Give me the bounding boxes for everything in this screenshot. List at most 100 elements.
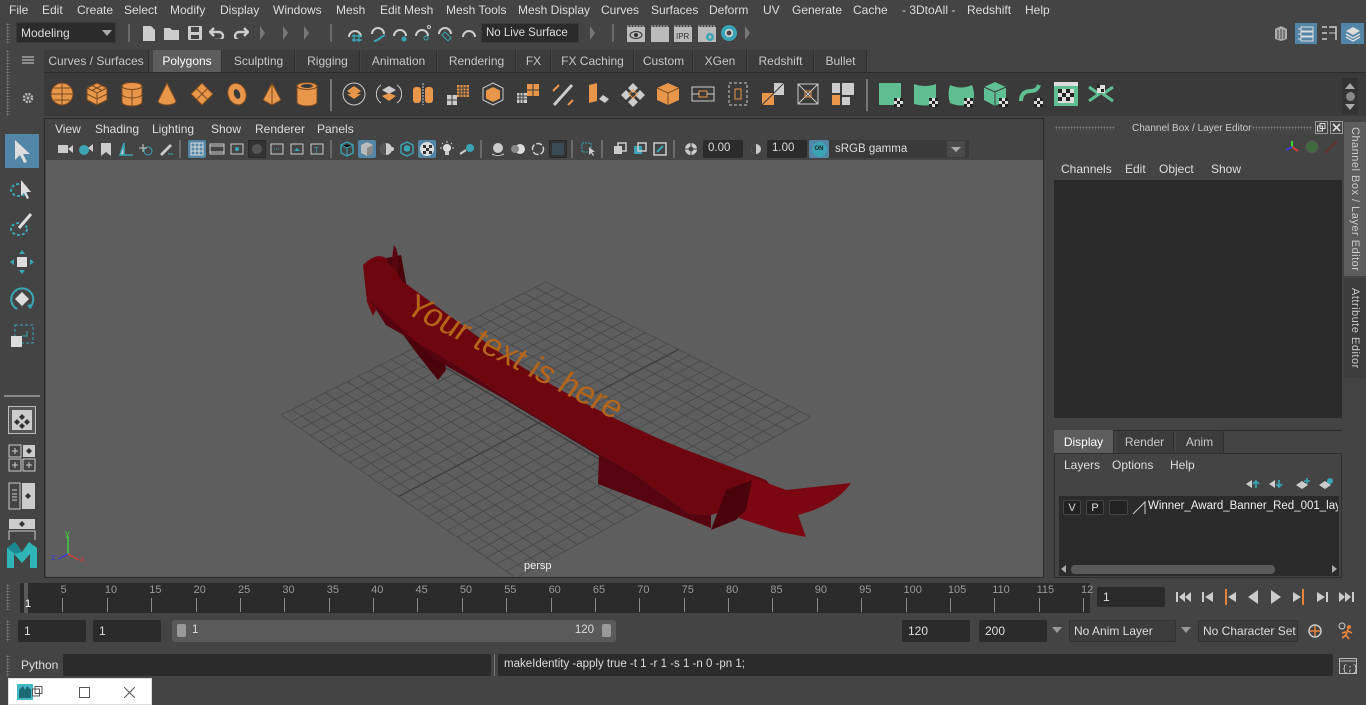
scroll-down-icon[interactable] <box>1345 103 1355 110</box>
layer-color-swatch-icon[interactable] <box>1132 500 1146 515</box>
object-menu[interactable]: Object <box>1159 162 1194 176</box>
default-material-icon[interactable] <box>378 140 396 158</box>
lasso-select-icon[interactable] <box>5 172 39 206</box>
spherical-mapping-icon[interactable] <box>948 81 974 107</box>
shelf-tab-fx[interactable]: FX <box>517 50 551 72</box>
automatic-mapping-icon[interactable] <box>983 81 1009 107</box>
playback-start-field[interactable]: 1 <box>93 620 161 642</box>
chevron-down-icon[interactable] <box>1181 627 1191 633</box>
snap-live-icon[interactable] <box>436 24 456 42</box>
open-scene-icon[interactable] <box>163 24 181 42</box>
menu-edit-mesh[interactable]: Edit Mesh <box>380 3 433 17</box>
gamma-field[interactable]: 1.00 <box>767 140 807 158</box>
poly-cylinder-icon[interactable] <box>119 81 145 107</box>
time-slider-track[interactable]: 1 5 10 15 20 25 30 35 40 45 50 55 60 65 70 75 80 85 90 95 1… <box>20 583 1093 613</box>
poly-sphere-icon[interactable] <box>49 81 75 107</box>
poly-cone-icon[interactable] <box>154 81 180 107</box>
layer-name[interactable]: Winner_Award_Banner_Red_001_layer <box>1148 500 1338 512</box>
menu-modify[interactable]: Modify <box>170 3 205 17</box>
shelf-settings-gear-icon[interactable] <box>20 90 36 106</box>
cylindrical-mapping-icon[interactable] <box>913 81 939 107</box>
range-grip[interactable] <box>6 620 10 642</box>
paint-select-icon[interactable] <box>5 208 39 242</box>
scroll-left-icon[interactable] <box>1061 565 1066 573</box>
menu-curves[interactable]: Curves <box>601 3 639 17</box>
poly-pipe-icon[interactable] <box>294 81 320 107</box>
use-all-lights-icon[interactable] <box>438 140 456 158</box>
options-menu[interactable]: Options <box>1112 458 1153 472</box>
bevel-icon[interactable] <box>480 81 506 107</box>
menu-mesh[interactable]: Mesh <box>336 3 365 17</box>
command-input[interactable] <box>63 654 491 676</box>
move-layer-down-icon[interactable] <box>1268 477 1284 491</box>
poly-cube-icon[interactable] <box>84 81 110 107</box>
modeling-toolkit-icon[interactable] <box>1272 24 1290 42</box>
new-scene-icon[interactable] <box>140 24 158 42</box>
rotate-tool-icon[interactable] <box>5 282 39 316</box>
step-back-frame-icon[interactable] <box>1199 588 1217 606</box>
new-layer-from-selected-icon[interactable] <box>1318 477 1334 491</box>
motion-blur-icon[interactable] <box>509 140 527 158</box>
menu-file[interactable]: File <box>9 3 28 17</box>
insert-edge-loop-icon[interactable] <box>725 81 751 107</box>
persp-graph-layout-icon[interactable] <box>8 518 36 540</box>
shelf-tab-polygons[interactable]: Polygons <box>153 50 222 72</box>
bridge-icon[interactable] <box>585 81 611 107</box>
select-camera-icon[interactable] <box>57 140 75 158</box>
play-forwards-icon[interactable] <box>1267 588 1285 606</box>
menu-redshift[interactable]: Redshift <box>967 3 1011 17</box>
layer-tab-display[interactable]: Display <box>1054 430 1114 453</box>
smooth-icon[interactable] <box>445 81 471 107</box>
layer-tab-anim[interactable]: Anim <box>1176 431 1224 453</box>
grease-pencil-icon[interactable] <box>157 140 175 158</box>
color-management-toggle[interactable]: ON <box>809 140 829 158</box>
help-menu[interactable]: Help <box>1170 458 1195 472</box>
shelf-menu-icon[interactable] <box>20 53 36 67</box>
multi-cut-icon[interactable] <box>550 81 576 107</box>
shelf-tab-custom[interactable]: Custom <box>635 50 693 72</box>
side-tab-attribute-editor[interactable]: Attribute Editor <box>1344 278 1366 378</box>
anim-layer-dropdown[interactable]: No Anim Layer <box>1069 620 1176 642</box>
shelf-tab-rendering[interactable]: Rendering <box>438 50 516 72</box>
exposure-field[interactable]: 0.00 <box>703 140 743 158</box>
step-forward-frame-icon[interactable] <box>1313 588 1331 606</box>
collapse-arrow[interactable] <box>304 26 309 40</box>
go-to-start-icon[interactable] <box>1175 588 1193 606</box>
anti-aliasing-icon[interactable] <box>529 140 547 158</box>
image-plane-icon[interactable] <box>117 140 135 158</box>
shelf-tab-redshift[interactable]: Redshift <box>748 50 814 72</box>
collapse-arrow[interactable] <box>283 26 288 40</box>
make-live-icon[interactable] <box>459 24 479 42</box>
save-scene-icon[interactable] <box>186 24 204 42</box>
panel-menu-renderer[interactable]: Renderer <box>255 122 305 136</box>
range-end-handle[interactable] <box>602 624 611 637</box>
hyperbolic-icon[interactable] <box>1323 139 1339 155</box>
single-pane-layout-icon[interactable] <box>8 406 36 434</box>
layer-visibility-toggle[interactable]: V <box>1063 500 1081 515</box>
poly-torus-icon[interactable] <box>224 81 250 107</box>
shadows-icon[interactable] <box>458 140 476 158</box>
tool-settings-toggle-icon[interactable] <box>1320 24 1338 42</box>
menu-3dtoall[interactable]: - 3DtoAll - <box>902 3 955 17</box>
menu-set-dropdown[interactable]: Modeling <box>16 22 116 43</box>
scroll-thumb[interactable] <box>1345 91 1355 101</box>
layer-hscrollbar[interactable] <box>1059 564 1339 575</box>
field-chart-icon[interactable] <box>268 140 286 158</box>
snap-curve-icon[interactable] <box>368 24 388 42</box>
maximize-window-icon[interactable] <box>77 685 91 699</box>
menu-help[interactable]: Help <box>1025 3 1050 17</box>
attribute-editor-toggle-icon[interactable] <box>1295 23 1317 44</box>
resolution-gate-icon[interactable] <box>228 140 246 158</box>
render-view-icon[interactable] <box>626 23 646 43</box>
planar-mapping-icon[interactable] <box>878 81 904 107</box>
banner-model[interactable]: Your text is here <box>363 245 851 537</box>
select-tool-icon[interactable] <box>5 134 39 168</box>
go-to-end-icon[interactable] <box>1336 588 1356 606</box>
menu-cache[interactable]: Cache <box>853 3 888 17</box>
step-back-key-icon[interactable] <box>1221 587 1239 607</box>
menu-windows[interactable]: Windows <box>273 3 322 17</box>
redo-icon[interactable] <box>232 24 250 42</box>
panel-menu-panels[interactable]: Panels <box>317 122 354 136</box>
ipr-render-icon[interactable]: IPR <box>673 23 693 43</box>
shelf-tab-fx-caching[interactable]: FX Caching <box>552 50 634 72</box>
